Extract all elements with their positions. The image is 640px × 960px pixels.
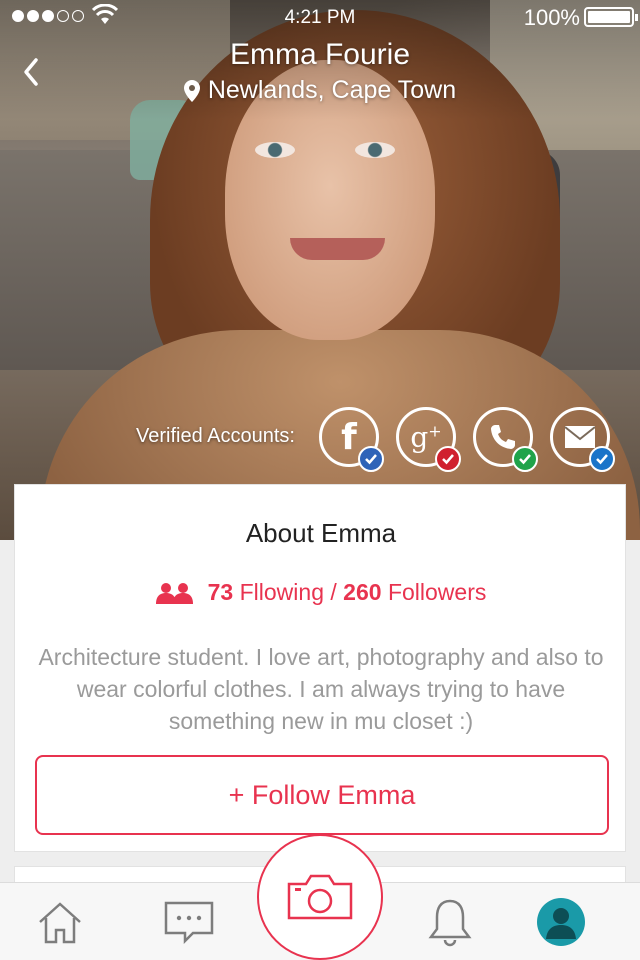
people-icon — [155, 582, 193, 604]
verified-email[interactable] — [550, 407, 615, 472]
check-icon — [358, 446, 384, 472]
followers-count: 260 — [343, 579, 382, 605]
profile-icon — [537, 898, 585, 946]
about-card: About Emma 73 Fllowing / 260 Followers A… — [14, 484, 626, 852]
tab-messages[interactable] — [159, 883, 219, 960]
battery-percent: 100% — [523, 5, 580, 30]
location-text: Newlands, Cape Town — [207, 76, 457, 104]
following-count: 73 — [207, 579, 234, 605]
battery-icon — [584, 7, 638, 27]
google-plus-icon: g+ — [410, 420, 442, 454]
check-icon — [512, 446, 538, 472]
follow-stats-text: 73 Fllowing / 260 Followers — [208, 579, 487, 606]
tab-home[interactable] — [30, 883, 90, 960]
profile-name: Emma Fourie — [229, 38, 411, 71]
stats-separator: / — [330, 579, 337, 605]
check-icon — [435, 446, 461, 472]
profile-location: Newlands, Cape Town — [0, 76, 640, 105]
tab-notifications[interactable] — [420, 883, 480, 960]
about-title: About Emma — [245, 518, 397, 548]
facebook-icon: f — [341, 416, 357, 458]
verified-facebook[interactable]: f — [319, 407, 384, 472]
profile-bio: Architecture student. I love art, photog… — [38, 644, 604, 734]
following-label: Fllowing — [239, 579, 324, 605]
follow-button[interactable]: + Follow Emma — [35, 755, 609, 835]
location-pin-icon — [183, 79, 200, 102]
bell-icon — [428, 899, 472, 947]
verified-accounts-label: Verified Accounts: — [136, 425, 295, 447]
phone-icon — [491, 425, 515, 449]
envelope-icon — [564, 426, 596, 448]
verified-google-plus[interactable]: g+ — [396, 407, 461, 472]
tab-profile[interactable] — [531, 883, 591, 960]
chat-icon — [164, 901, 214, 944]
verified-phone[interactable] — [473, 407, 538, 472]
followers-label: Followers — [387, 579, 487, 605]
camera-button[interactable] — [257, 834, 383, 960]
check-icon — [589, 446, 615, 472]
follow-stats[interactable]: 73 Fllowing / 260 Followers — [15, 579, 627, 606]
home-icon — [39, 902, 81, 944]
camera-icon — [287, 874, 353, 920]
status-bar: 4:21 PM 100% — [0, 0, 640, 34]
